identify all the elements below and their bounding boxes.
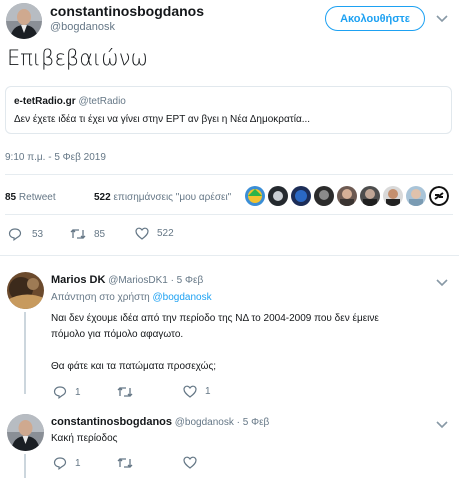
reply-icon — [8, 227, 22, 241]
quoted-display-name: e-tetRadio.gr — [14, 96, 76, 107]
retweet-count-value: 85 — [5, 192, 17, 203]
liker-avatar[interactable] — [360, 186, 380, 206]
chevron-down-icon[interactable] — [436, 275, 448, 293]
retweet-action-count: 85 — [94, 228, 106, 240]
heart-icon — [183, 456, 197, 469]
reply-text-line: Ναι δεν έχουμε ιδέα από την περίοδο της … — [51, 313, 379, 324]
liker-avatar[interactable] — [383, 186, 403, 206]
like-count-value: 522 — [94, 192, 111, 203]
reply-button[interactable]: 1 — [53, 456, 81, 470]
author-display-name[interactable]: constantinosbogdanos — [50, 3, 204, 19]
reply-icon — [53, 385, 67, 399]
divider — [5, 174, 453, 175]
avatar[interactable] — [6, 3, 42, 39]
liker-avatar[interactable] — [314, 186, 334, 206]
like-button[interactable] — [183, 456, 205, 469]
reply-count: 53 — [32, 228, 44, 240]
like-action-count: 522 — [157, 228, 174, 239]
divider — [5, 214, 453, 215]
liker-avatar[interactable] — [245, 186, 265, 206]
reply-text-line: Κακή περίοδος — [51, 433, 118, 444]
avatar[interactable] — [7, 414, 44, 451]
tweet-text: Επιβεβαιώνω — [7, 46, 149, 70]
thread-line — [24, 312, 26, 394]
tweet-timestamp[interactable]: 9:10 π.μ. - 5 Φεβ 2019 — [5, 152, 106, 163]
retweet-count-label: Retweet — [18, 192, 56, 203]
quoted-tweet[interactable]: e-tetRadio.gr @tetRadio Δεν έχετε ιδέα τ… — [5, 86, 452, 134]
chevron-down-icon[interactable] — [436, 11, 448, 29]
reply-icon — [53, 456, 67, 470]
reply-time[interactable]: · 5 Φεβ — [237, 417, 270, 428]
reply-button[interactable]: 53 — [8, 227, 43, 241]
quoted-handle: @tetRadio — [78, 96, 126, 107]
retweet-button[interactable]: 85 — [70, 227, 105, 241]
quoted-text: Δεν έχετε ιδέα τι έχει να γίνει στην ΕΡΤ… — [14, 114, 311, 125]
reply-author-handle[interactable]: @MariosDK1 — [108, 275, 168, 286]
retweet-icon — [117, 385, 133, 399]
retweet-icon — [117, 456, 133, 470]
reply-author-display-name[interactable]: constantinosbogdanos — [51, 416, 172, 428]
liker-avatar[interactable] — [406, 186, 426, 206]
liker-avatar[interactable] — [291, 186, 311, 206]
liker-avatar[interactable] — [429, 186, 449, 206]
reply-to-handle[interactable]: @bogdanosk — [153, 292, 212, 303]
like-action-count: 1 — [205, 386, 211, 397]
reply-author-handle[interactable]: @bogdanosk — [175, 417, 234, 428]
retweet-button[interactable] — [117, 385, 141, 399]
avatar[interactable] — [7, 272, 44, 309]
reply-button[interactable]: 1 — [53, 385, 81, 399]
author-handle[interactable]: @bogdanosk — [50, 21, 115, 33]
reply-count: 1 — [75, 457, 81, 469]
heart-icon — [135, 227, 149, 240]
like-button[interactable]: 1 — [183, 385, 211, 398]
retweet-count[interactable]: 85 Retweet — [5, 192, 56, 203]
retweet-icon — [70, 227, 86, 241]
chevron-down-icon[interactable] — [436, 417, 448, 435]
follow-button[interactable]: Ακολουθήστε — [325, 6, 425, 31]
like-count-label: επισημάνσεις "μου αρέσει" — [113, 192, 232, 203]
liker-avatar[interactable] — [337, 186, 357, 206]
reply-author-display-name[interactable]: Marios DK — [51, 274, 105, 286]
reply-count: 1 — [75, 386, 81, 398]
reply-to-label: Απάντηση στο χρήστη — [51, 292, 150, 303]
liker-avatar[interactable] — [268, 186, 288, 206]
reply-text-line: Θα φάτε και τα πατώματα προσεχώς; — [51, 361, 217, 372]
heart-icon — [183, 385, 197, 398]
retweet-button[interactable] — [117, 456, 141, 470]
like-count[interactable]: 522 επισημάνσεις "μου αρέσει" — [94, 192, 231, 203]
like-button[interactable]: 522 — [135, 227, 174, 240]
thread-line — [24, 454, 26, 478]
section-divider — [0, 255, 459, 256]
reply-time[interactable]: · 5 Φεβ — [171, 275, 204, 286]
reply-text-line: πόμολο για πόμολο αφαγωτο. — [51, 329, 184, 340]
